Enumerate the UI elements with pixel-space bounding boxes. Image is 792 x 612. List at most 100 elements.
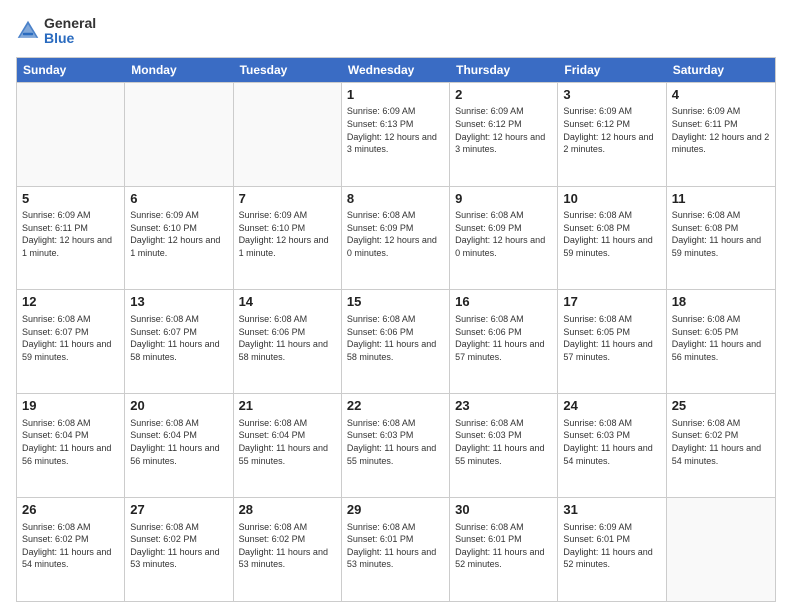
- day-info: Sunrise: 6:08 AM Sunset: 6:01 PM Dayligh…: [347, 521, 444, 571]
- calendar-cell: 9Sunrise: 6:08 AM Sunset: 6:09 PM Daylig…: [450, 187, 558, 290]
- day-info: Sunrise: 6:09 AM Sunset: 6:11 PM Dayligh…: [22, 209, 119, 259]
- weekday-header: Tuesday: [234, 58, 342, 82]
- logo-text: General Blue: [44, 16, 96, 47]
- weekday-header: Monday: [125, 58, 233, 82]
- day-info: Sunrise: 6:08 AM Sunset: 6:03 PM Dayligh…: [563, 417, 660, 467]
- weekday-header: Saturday: [667, 58, 775, 82]
- calendar-row: 12 Sunrise: 6:08 AM Sunset: 6:07 PM Dayli…: [17, 289, 775, 393]
- logo-general: General: [44, 15, 96, 31]
- calendar-cell: [17, 83, 125, 186]
- day-info: Sunrise: 6:08 AM Sunset: 6:05 PM Dayligh…: [672, 313, 770, 363]
- day-number: 22: [347, 397, 444, 415]
- calendar-cell: 29 Sunrise: 6:08 AM Sunset: 6:01 PM Dayli…: [342, 498, 450, 601]
- day-number: 17: [563, 293, 660, 311]
- day-info: Sunrise: 6:08 AM Sunset: 6:02 PM Dayligh…: [672, 417, 770, 467]
- day-info: Sunrise: 6:08 AM Sunset: 6:08 PM Dayligh…: [563, 209, 660, 259]
- day-info: Sunrise: 6:08 AM Sunset: 6:06 PM Dayligh…: [239, 313, 336, 363]
- day-number: 19: [22, 397, 119, 415]
- day-info: Sunrise: 6:09 AM Sunset: 6:12 PM Dayligh…: [455, 105, 552, 155]
- calendar-cell: 2Sunrise: 6:09 AM Sunset: 6:12 PM Daylig…: [450, 83, 558, 186]
- day-info: Sunrise: 6:08 AM Sunset: 6:09 PM Dayligh…: [347, 209, 444, 259]
- day-number: 20: [130, 397, 227, 415]
- day-info: Sunrise: 6:09 AM Sunset: 6:01 PM Dayligh…: [563, 521, 660, 571]
- calendar-row: 19 Sunrise: 6:08 AM Sunset: 6:04 PM Dayli…: [17, 393, 775, 497]
- calendar-row: 5Sunrise: 6:09 AM Sunset: 6:11 PM Daylig…: [17, 186, 775, 290]
- calendar-cell: 10Sunrise: 6:08 AM Sunset: 6:08 PM Dayli…: [558, 187, 666, 290]
- day-info: Sunrise: 6:08 AM Sunset: 6:08 PM Dayligh…: [672, 209, 770, 259]
- calendar-cell: 11Sunrise: 6:08 AM Sunset: 6:08 PM Dayli…: [667, 187, 775, 290]
- day-info: Sunrise: 6:09 AM Sunset: 6:11 PM Dayligh…: [672, 105, 770, 155]
- logo: General Blue: [16, 16, 96, 47]
- calendar-cell: 1Sunrise: 6:09 AM Sunset: 6:13 PM Daylig…: [342, 83, 450, 186]
- day-number: 5: [22, 190, 119, 208]
- calendar-cell: 24 Sunrise: 6:08 AM Sunset: 6:03 PM Dayli…: [558, 394, 666, 497]
- calendar-cell: 18 Sunrise: 6:08 AM Sunset: 6:05 PM Dayli…: [667, 290, 775, 393]
- weekday-header: Thursday: [450, 58, 558, 82]
- day-number: 23: [455, 397, 552, 415]
- day-info: Sunrise: 6:09 AM Sunset: 6:12 PM Dayligh…: [563, 105, 660, 155]
- day-number: 4: [672, 86, 770, 104]
- day-number: 3: [563, 86, 660, 104]
- day-number: 26: [22, 501, 119, 519]
- calendar-cell: 6Sunrise: 6:09 AM Sunset: 6:10 PM Daylig…: [125, 187, 233, 290]
- day-number: 12: [22, 293, 119, 311]
- calendar-cell: [234, 83, 342, 186]
- calendar-body: 1Sunrise: 6:09 AM Sunset: 6:13 PM Daylig…: [17, 82, 775, 601]
- calendar-cell: 5Sunrise: 6:09 AM Sunset: 6:11 PM Daylig…: [17, 187, 125, 290]
- day-info: Sunrise: 6:08 AM Sunset: 6:02 PM Dayligh…: [239, 521, 336, 571]
- day-info: Sunrise: 6:09 AM Sunset: 6:10 PM Dayligh…: [130, 209, 227, 259]
- calendar-cell: 8Sunrise: 6:08 AM Sunset: 6:09 PM Daylig…: [342, 187, 450, 290]
- calendar-row: 26 Sunrise: 6:08 AM Sunset: 6:02 PM Dayli…: [17, 497, 775, 601]
- calendar-cell: 15Sunrise: 6:08 AM Sunset: 6:06 PM Dayli…: [342, 290, 450, 393]
- day-info: Sunrise: 6:08 AM Sunset: 6:02 PM Dayligh…: [130, 521, 227, 571]
- day-number: 31: [563, 501, 660, 519]
- day-info: Sunrise: 6:08 AM Sunset: 6:01 PM Dayligh…: [455, 521, 552, 571]
- page-header: General Blue: [16, 16, 776, 47]
- day-number: 8: [347, 190, 444, 208]
- day-number: 29: [347, 501, 444, 519]
- weekday-header: Sunday: [17, 58, 125, 82]
- day-number: 14: [239, 293, 336, 311]
- calendar-cell: 28Sunrise: 6:08 AM Sunset: 6:02 PM Dayli…: [234, 498, 342, 601]
- calendar-row: 1Sunrise: 6:09 AM Sunset: 6:13 PM Daylig…: [17, 82, 775, 186]
- calendar-cell: 23 Sunrise: 6:08 AM Sunset: 6:03 PM Dayli…: [450, 394, 558, 497]
- logo-blue: Blue: [44, 30, 74, 46]
- weekday-header: Friday: [558, 58, 666, 82]
- calendar-cell: 22 Sunrise: 6:08 AM Sunset: 6:03 PM Dayli…: [342, 394, 450, 497]
- day-number: 25: [672, 397, 770, 415]
- day-info: Sunrise: 6:09 AM Sunset: 6:10 PM Dayligh…: [239, 209, 336, 259]
- calendar-cell: [667, 498, 775, 601]
- day-info: Sunrise: 6:08 AM Sunset: 6:07 PM Dayligh…: [22, 313, 119, 363]
- calendar-cell: 31 Sunrise: 6:09 AM Sunset: 6:01 PM Dayli…: [558, 498, 666, 601]
- day-info: Sunrise: 6:08 AM Sunset: 6:03 PM Dayligh…: [455, 417, 552, 467]
- calendar-cell: 17 Sunrise: 6:08 AM Sunset: 6:05 PM Dayli…: [558, 290, 666, 393]
- day-number: 30: [455, 501, 552, 519]
- day-number: 11: [672, 190, 770, 208]
- calendar-cell: 27Sunrise: 6:08 AM Sunset: 6:02 PM Dayli…: [125, 498, 233, 601]
- calendar-cell: 26Sunrise: 6:08 AM Sunset: 6:02 PM Dayli…: [17, 498, 125, 601]
- calendar-cell: 19 Sunrise: 6:08 AM Sunset: 6:04 PM Dayli…: [17, 394, 125, 497]
- calendar-cell: 4Sunrise: 6:09 AM Sunset: 6:11 PM Daylig…: [667, 83, 775, 186]
- day-info: Sunrise: 6:08 AM Sunset: 6:03 PM Dayligh…: [347, 417, 444, 467]
- day-info: Sunrise: 6:08 AM Sunset: 6:04 PM Dayligh…: [22, 417, 119, 467]
- day-number: 24: [563, 397, 660, 415]
- calendar-cell: 30 Sunrise: 6:08 AM Sunset: 6:01 PM Dayli…: [450, 498, 558, 601]
- calendar-cell: 16 Sunrise: 6:08 AM Sunset: 6:06 PM Dayli…: [450, 290, 558, 393]
- day-info: Sunrise: 6:08 AM Sunset: 6:04 PM Dayligh…: [130, 417, 227, 467]
- day-info: Sunrise: 6:08 AM Sunset: 6:07 PM Dayligh…: [130, 313, 227, 363]
- day-number: 18: [672, 293, 770, 311]
- day-number: 16: [455, 293, 552, 311]
- calendar-cell: 3Sunrise: 6:09 AM Sunset: 6:12 PM Daylig…: [558, 83, 666, 186]
- weekday-header: Wednesday: [342, 58, 450, 82]
- calendar: SundayMondayTuesdayWednesdayThursdayFrid…: [16, 57, 776, 602]
- calendar-cell: [125, 83, 233, 186]
- calendar-header: SundayMondayTuesdayWednesdayThursdayFrid…: [17, 58, 775, 82]
- day-number: 9: [455, 190, 552, 208]
- day-info: Sunrise: 6:08 AM Sunset: 6:05 PM Dayligh…: [563, 313, 660, 363]
- day-number: 15: [347, 293, 444, 311]
- day-info: Sunrise: 6:08 AM Sunset: 6:06 PM Dayligh…: [455, 313, 552, 363]
- calendar-cell: 14 Sunrise: 6:08 AM Sunset: 6:06 PM Dayli…: [234, 290, 342, 393]
- calendar-cell: 20 Sunrise: 6:08 AM Sunset: 6:04 PM Dayli…: [125, 394, 233, 497]
- day-number: 10: [563, 190, 660, 208]
- day-info: Sunrise: 6:09 AM Sunset: 6:13 PM Dayligh…: [347, 105, 444, 155]
